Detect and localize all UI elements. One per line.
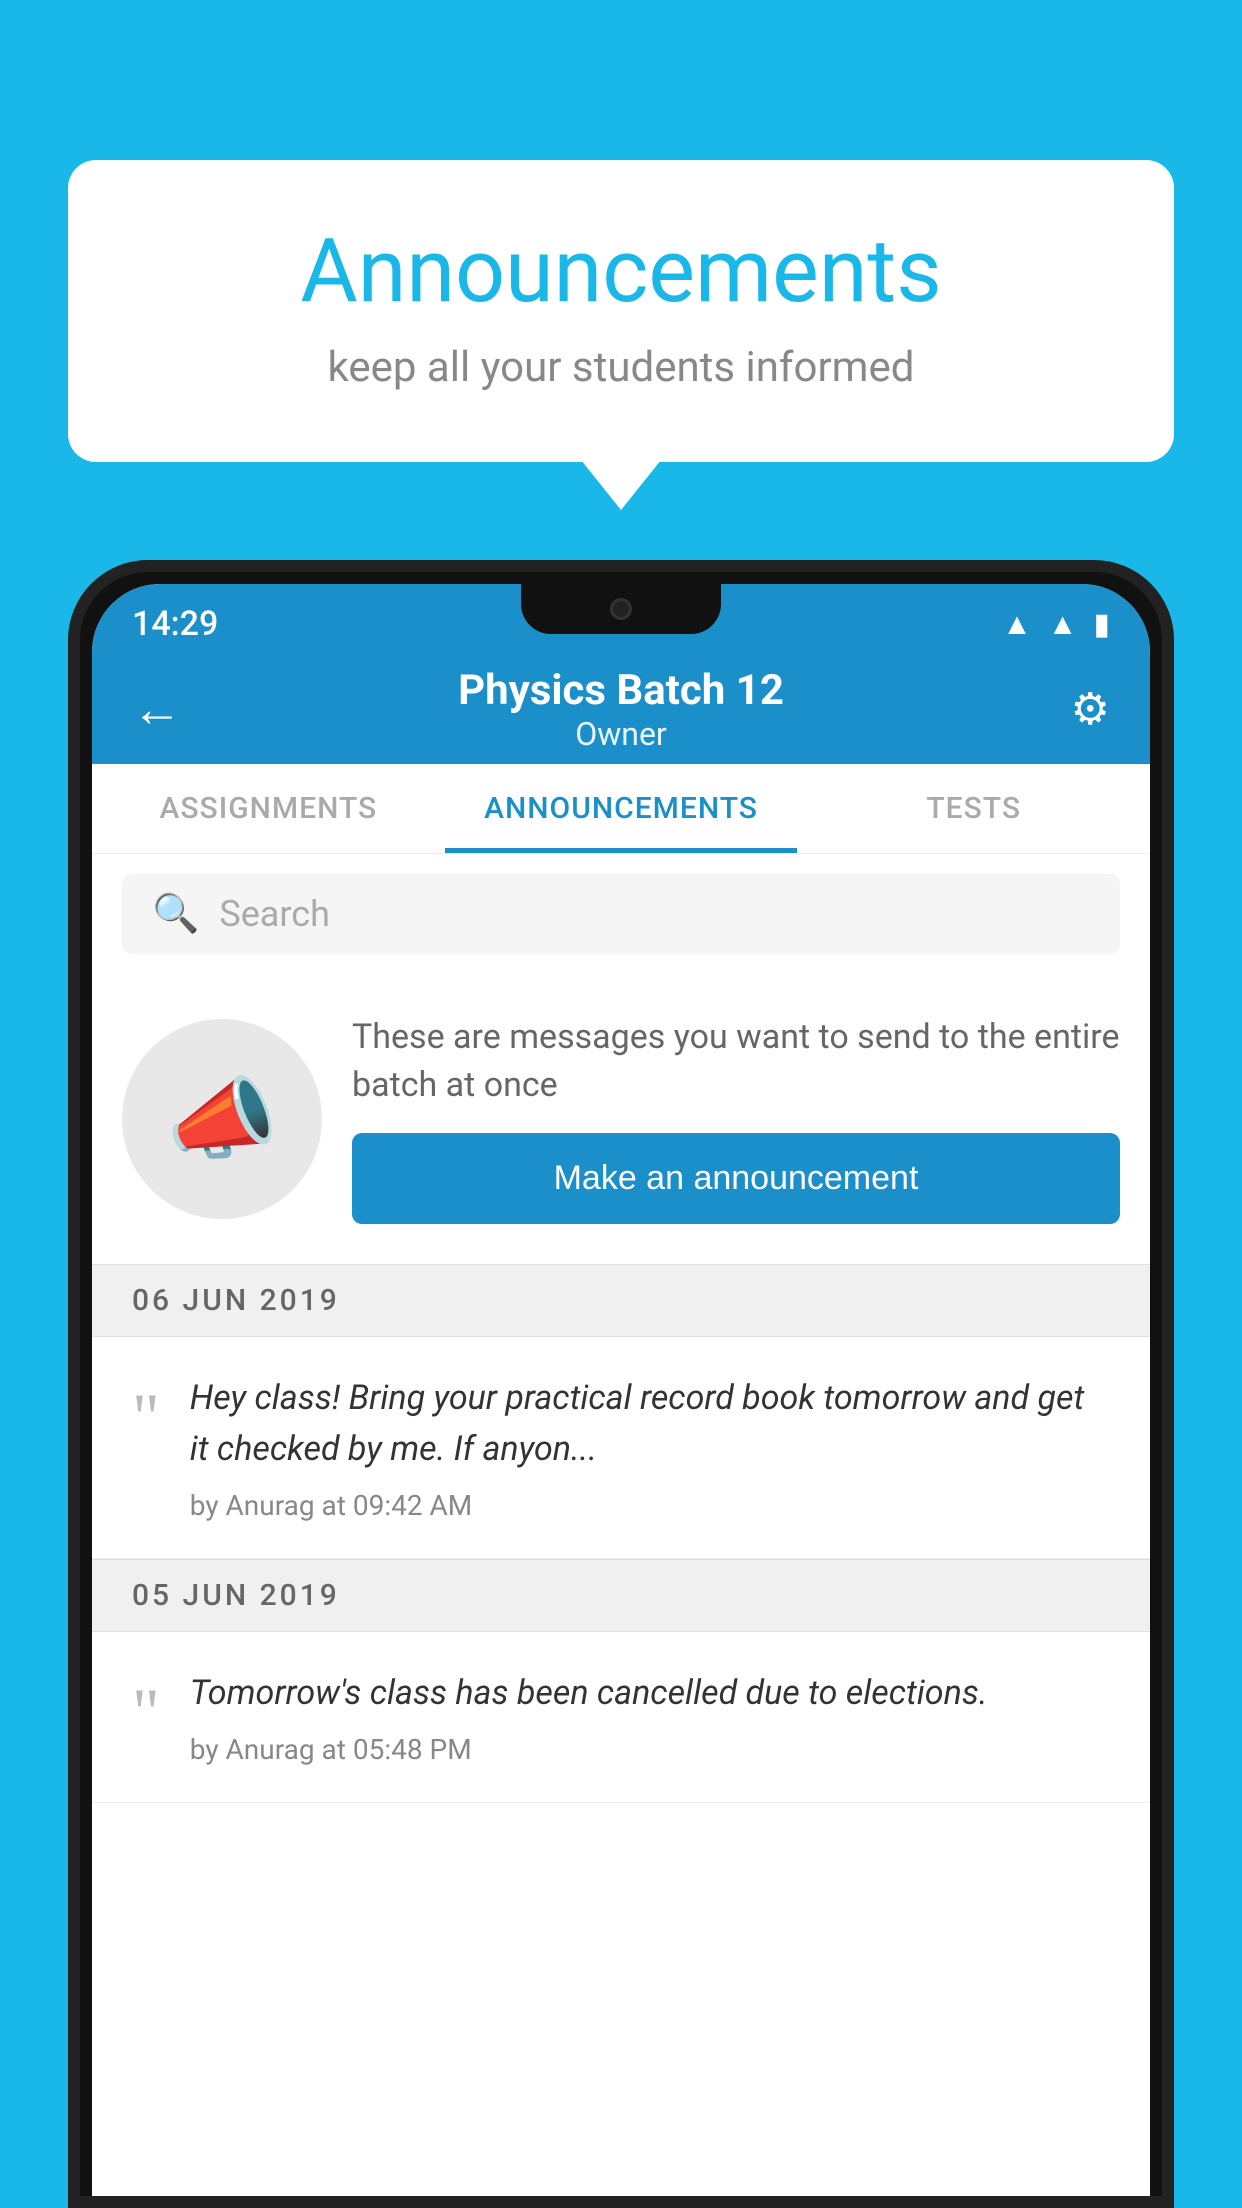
announcement-body-1: Hey class! Bring your practical record b…: [190, 1373, 1110, 1522]
phone-silent-button: [68, 752, 78, 812]
wifi-icon: ▲: [1002, 607, 1032, 642]
user-role: Owner: [458, 715, 784, 753]
promo-description: These are messages you want to send to t…: [352, 1014, 1120, 1109]
tab-tests[interactable]: TESTS: [797, 764, 1150, 853]
page-subtitle: keep all your students informed: [148, 343, 1094, 392]
signal-icon: ▲: [1048, 607, 1078, 642]
make-announcement-button[interactable]: Make an announcement: [352, 1133, 1120, 1224]
phone-volume-up-button: [68, 842, 78, 932]
status-icons: ▲ ▲ ▮: [1002, 607, 1110, 642]
announcement-meta-2: by Anurag at 05:48 PM: [190, 1733, 1110, 1766]
tab-announcements[interactable]: ANNOUNCEMENTS: [445, 764, 798, 853]
date-separator-2: 05 JUN 2019: [92, 1559, 1150, 1632]
batch-name: Physics Batch 12: [458, 666, 784, 715]
app-bar-title-section: Physics Batch 12 Owner: [458, 666, 784, 753]
phone-notch: [521, 584, 721, 634]
status-time: 14:29: [132, 604, 218, 644]
quote-icon-1: ": [132, 1383, 160, 1451]
search-bar[interactable]: 🔍 Search: [122, 874, 1120, 954]
phone-camera: [610, 598, 632, 620]
quote-icon-2: ": [132, 1678, 160, 1746]
announcement-meta-1: by Anurag at 09:42 AM: [190, 1489, 1110, 1522]
search-placeholder: Search: [219, 893, 330, 935]
app-bar: ← Physics Batch 12 Owner ⚙: [92, 654, 1150, 764]
tab-assignments[interactable]: ASSIGNMENTS: [92, 764, 445, 853]
speech-bubble-section: Announcements keep all your students inf…: [68, 160, 1174, 462]
date-label-2: 05 JUN 2019: [132, 1578, 340, 1613]
settings-icon[interactable]: ⚙: [1071, 683, 1110, 735]
search-bar-container: 🔍 Search: [92, 854, 1150, 974]
search-icon: 🔍: [152, 892, 199, 936]
announcement-promo: 📣 These are messages you want to send to…: [92, 974, 1150, 1264]
page-title: Announcements: [148, 220, 1094, 323]
announcement-item-1[interactable]: " Hey class! Bring your practical record…: [92, 1337, 1150, 1559]
date-label-1: 06 JUN 2019: [132, 1283, 340, 1318]
announcement-text-1: Hey class! Bring your practical record b…: [190, 1373, 1110, 1475]
announcement-item-2[interactable]: " Tomorrow's class has been cancelled du…: [92, 1632, 1150, 1803]
phone-volume-down-button: [68, 962, 78, 1052]
phone-power-button: [1164, 772, 1174, 852]
phone-screen: 14:29 ▲ ▲ ▮ ← Physics Batch 12 Owner ⚙ A…: [92, 584, 1150, 2196]
megaphone-circle: 📣: [122, 1019, 322, 1219]
back-button[interactable]: ←: [132, 680, 182, 739]
promo-right: These are messages you want to send to t…: [352, 1014, 1120, 1224]
battery-icon: ▮: [1093, 607, 1110, 642]
megaphone-icon: 📣: [166, 1067, 278, 1172]
phone-frame: 14:29 ▲ ▲ ▮ ← Physics Batch 12 Owner ⚙ A…: [68, 560, 1174, 2208]
date-separator-1: 06 JUN 2019: [92, 1264, 1150, 1337]
announcement-body-2: Tomorrow's class has been cancelled due …: [190, 1668, 1110, 1766]
tabs-bar: ASSIGNMENTS ANNOUNCEMENTS TESTS: [92, 764, 1150, 854]
announcement-text-2: Tomorrow's class has been cancelled due …: [190, 1668, 1110, 1719]
speech-bubble-card: Announcements keep all your students inf…: [68, 160, 1174, 462]
